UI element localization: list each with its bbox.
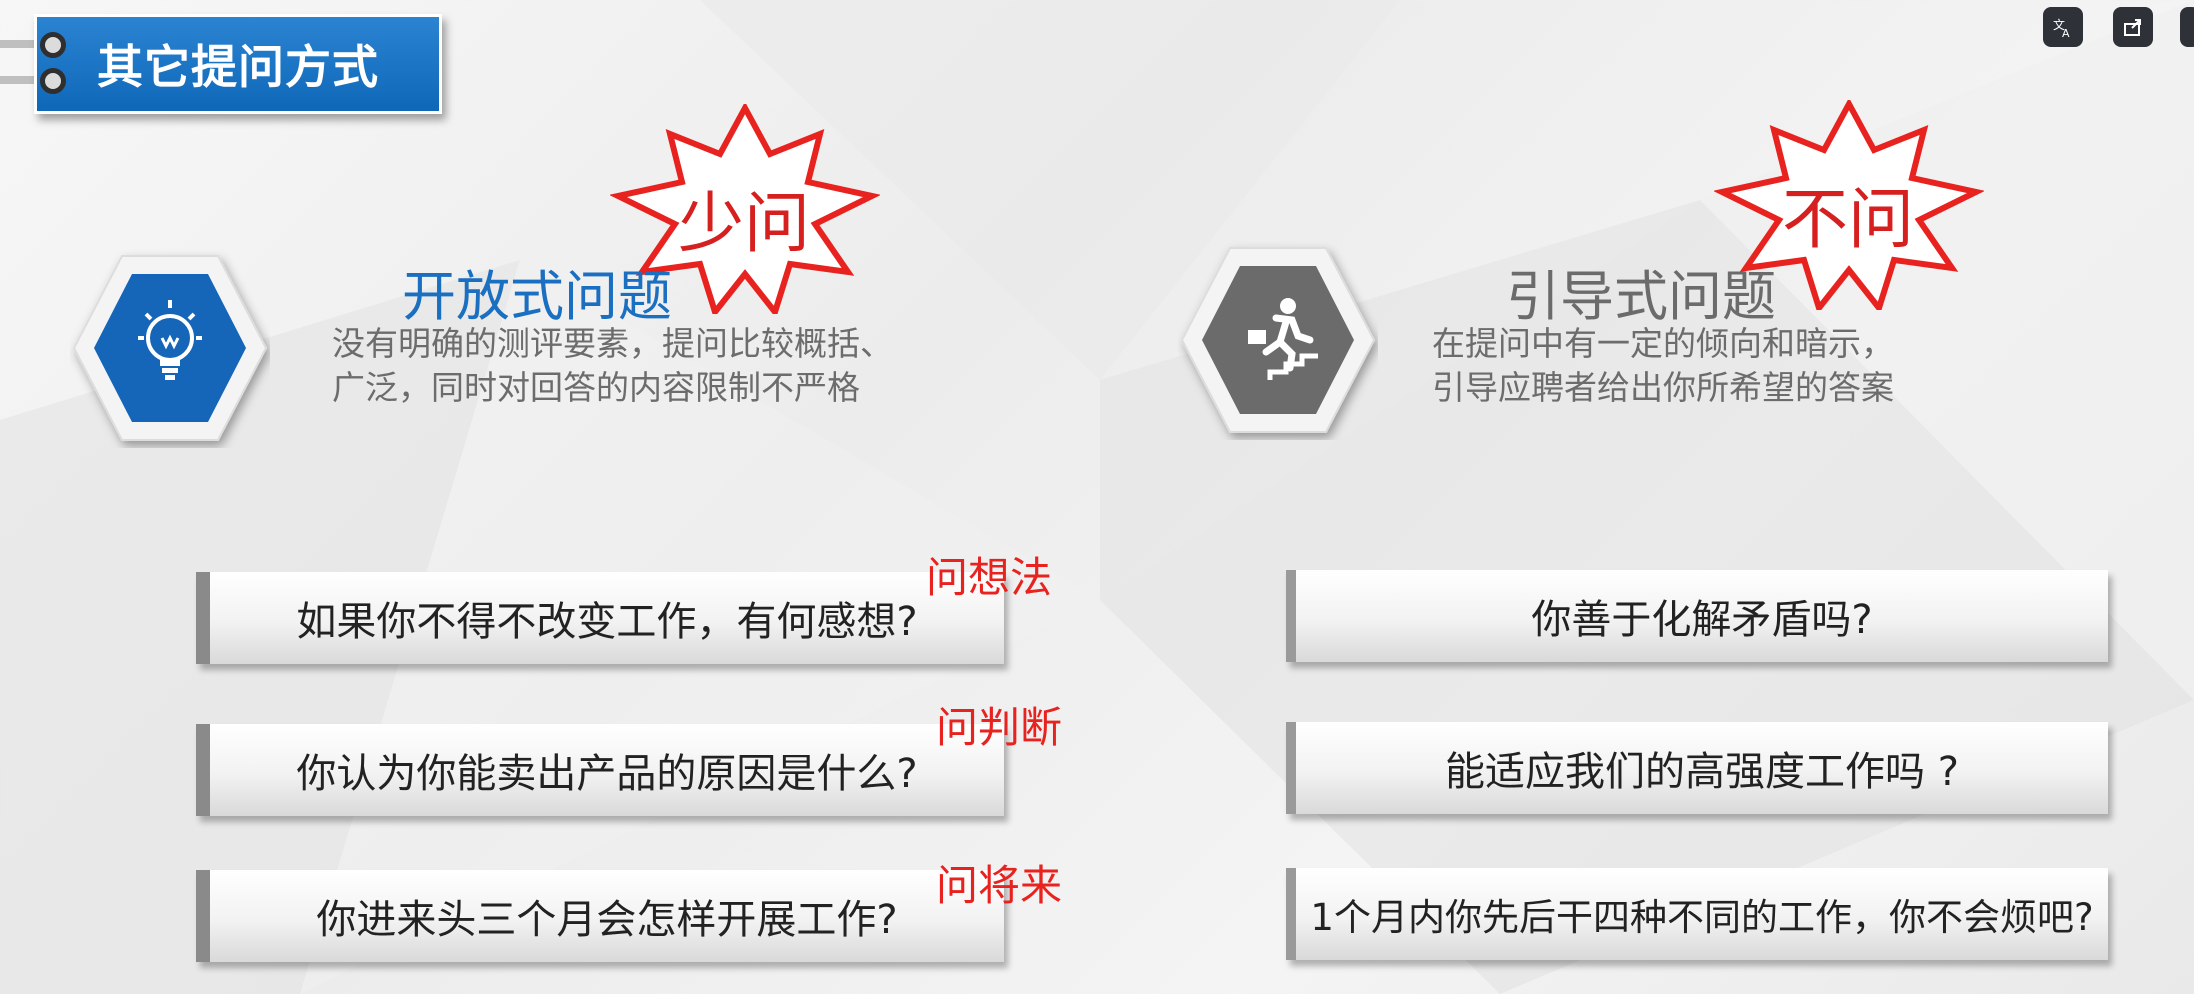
open-question-note: 问判断: [936, 703, 1063, 752]
share-icon: [2124, 19, 2141, 36]
open-question-item: 你认为你能卖出产品的原因是什么?: [196, 724, 1004, 816]
open-question-desc-2: 广泛，同时对回答的内容限制不严格: [332, 368, 860, 407]
leading-question-item: 你善于化解矛盾吗?: [1286, 570, 2108, 662]
share-button[interactable]: [2113, 7, 2153, 47]
left-stamp-text: 少问: [678, 185, 810, 262]
open-question-note: 问想法: [926, 553, 1053, 602]
open-question-text: 你认为你能卖出产品的原因是什么?: [296, 751, 918, 797]
binder-ring-top: [40, 32, 66, 58]
slide-title-banner: 其它提问方式: [34, 14, 442, 114]
running-upstairs-icon: [1248, 298, 1318, 380]
leading-question-item: 1个月内你先后干四种不同的工作，你不会烦吧?: [1286, 868, 2108, 960]
slide-title: 其它提问方式: [97, 40, 379, 94]
open-question-item: 你进来头三个月会怎样开展工作?: [196, 870, 1004, 962]
open-question-text: 如果你不得不改变工作，有何感想?: [296, 599, 918, 645]
open-question-hex: [70, 248, 270, 448]
translate-button[interactable]: 文 A: [2043, 7, 2083, 47]
leading-question-desc-2: 引导应聘者给出你所希望的答案: [1432, 368, 1894, 407]
open-question-item: 如果你不得不改变工作，有何感想?: [196, 572, 1004, 664]
translate-icon: 文 A: [2053, 17, 2070, 39]
leading-question-text: 能适应我们的高强度工作吗 ?: [1445, 749, 1959, 795]
leading-question-text: 你善于化解矛盾吗?: [1531, 597, 1873, 643]
right-stamp-text: 不问: [1782, 181, 1914, 258]
open-question-text: 你进来头三个月会怎样开展工作?: [316, 897, 898, 943]
leading-question-hex: [1178, 240, 1378, 440]
open-question-note: 问将来: [936, 861, 1063, 910]
svg-text:A: A: [2062, 27, 2070, 39]
binder-ring-bottom: [40, 68, 66, 94]
edge-button[interactable]: [2180, 7, 2194, 47]
leading-question-item: 能适应我们的高强度工作吗 ?: [1286, 722, 2108, 814]
lightbulb-icon: [138, 300, 202, 380]
leading-question-text: 1个月内你先后干四种不同的工作，你不会烦吧?: [1310, 896, 2094, 939]
